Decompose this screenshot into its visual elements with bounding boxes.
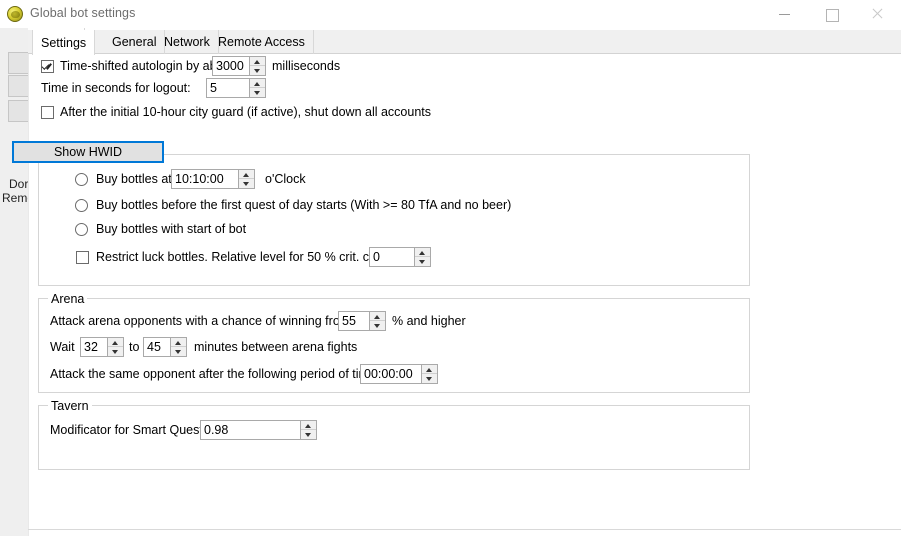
page-bottom-border [28, 529, 901, 530]
buy-bottles-oclock-label: o'Clock [265, 172, 306, 186]
chevron-down-icon[interactable] [250, 66, 265, 75]
restrict-luck-label: Restrict luck bottles. Relative level fo… [96, 250, 407, 264]
background-button-2 [8, 75, 30, 97]
radio-buy-bottles-before-quest[interactable] [75, 199, 88, 212]
close-icon [855, 0, 901, 28]
maximize-button[interactable] [809, 0, 855, 28]
restrict-luck-checkbox[interactable] [76, 251, 89, 264]
chevron-down-icon[interactable] [239, 179, 254, 188]
checkbox-glyph [76, 251, 89, 264]
radio-buy-bottles-start-of-bot[interactable] [75, 223, 88, 236]
radio-glyph [75, 223, 88, 236]
arena-wait-min-stepper[interactable]: 32 [80, 337, 124, 357]
minimize-icon [763, 0, 809, 28]
arena-same-opponent-stepper[interactable]: 00:00:00 [360, 364, 438, 384]
arena-group: Arena Attack arena opponents with a chan… [38, 292, 750, 393]
arena-group-title: Arena [48, 292, 88, 306]
page-left-border [28, 54, 29, 536]
arena-wait-min-value[interactable]: 32 [81, 338, 107, 356]
stepper-buttons[interactable] [249, 79, 265, 97]
logout-seconds-stepper[interactable]: 5 [206, 78, 266, 98]
arena-wait-suffix: minutes between arena fights [194, 340, 358, 354]
close-button[interactable] [855, 0, 901, 28]
logout-seconds-value[interactable]: 5 [207, 79, 249, 97]
tab-strip: Settings General Network Remote Access [28, 30, 901, 55]
chevron-down-icon[interactable] [415, 257, 430, 266]
checkbox-glyph [41, 106, 54, 119]
arena-wait-to-label: to [129, 340, 140, 354]
smart-quests-value[interactable]: 0.98 [201, 421, 300, 439]
arena-wait-max-value[interactable]: 45 [144, 338, 170, 356]
stepper-buttons[interactable] [238, 170, 254, 188]
restrict-luck-level-value[interactable]: 0 [370, 248, 414, 266]
stepper-buttons[interactable] [249, 57, 265, 75]
chevron-up-icon[interactable] [301, 421, 316, 430]
buy-bottles-at-label: Buy bottles at [96, 172, 172, 186]
checkbox-glyph-checked [41, 60, 54, 73]
stepper-buttons[interactable] [300, 421, 316, 439]
tavern-group: Tavern Modificator for Smart Quests: 0.9… [38, 399, 750, 470]
logout-label: Time in seconds for logout: [41, 81, 191, 95]
chevron-down-icon[interactable] [108, 347, 123, 356]
arena-same-opponent-value[interactable]: 00:00:00 [361, 365, 421, 383]
title-bar: Global bot settings [0, 0, 901, 28]
bottles-group: Buy bottles at 10:10:00 o'Clock Buy bott… [38, 154, 750, 286]
buy-bottles-before-quest-label: Buy bottles before the first quest of da… [96, 198, 512, 212]
chevron-up-icon[interactable] [422, 365, 437, 374]
arena-win-chance-stepper[interactable]: 55 [338, 311, 386, 331]
arena-win-chance-label: Attack arena opponents with a chance of … [50, 314, 351, 328]
stepper-buttons[interactable] [414, 248, 430, 266]
arena-wait-max-stepper[interactable]: 45 [143, 337, 187, 357]
chevron-down-icon[interactable] [301, 430, 316, 439]
stepper-buttons[interactable] [369, 312, 385, 330]
chevron-up-icon[interactable] [250, 57, 265, 66]
background-button-3 [8, 100, 30, 122]
chevron-up-icon[interactable] [370, 312, 385, 321]
tavern-group-title: Tavern [48, 399, 92, 413]
chevron-down-icon[interactable] [171, 347, 186, 356]
city-guard-label: After the initial 10-hour city guard (if… [60, 105, 432, 119]
arena-win-chance-suffix: % and higher [392, 314, 466, 328]
radio-buy-bottles-at[interactable] [75, 173, 88, 186]
autologin-ms-value[interactable]: 3000 [213, 57, 249, 75]
buy-bottles-time-value[interactable]: 10:10:00 [172, 170, 238, 188]
restrict-luck-level-stepper[interactable]: 0 [369, 247, 431, 267]
buy-bottles-time-stepper[interactable]: 10:10:00 [171, 169, 255, 189]
city-guard-checkbox[interactable] [41, 106, 54, 119]
background-label-dor: Dor [9, 177, 29, 191]
arena-same-opponent-label: Attack the same opponent after the follo… [50, 367, 380, 381]
radio-glyph [75, 199, 88, 212]
tab-settings[interactable]: Settings [32, 30, 96, 55]
stepper-buttons[interactable] [170, 338, 186, 356]
chevron-up-icon[interactable] [415, 248, 430, 257]
window-title: Global bot settings [30, 6, 136, 20]
smart-quests-label: Modificator for Smart Quests: [50, 423, 213, 437]
bot-gold-icon [7, 6, 23, 22]
chevron-up-icon[interactable] [239, 170, 254, 179]
radio-glyph [75, 173, 88, 186]
chevron-down-icon[interactable] [422, 374, 437, 383]
stepper-buttons[interactable] [421, 365, 437, 383]
chevron-up-icon[interactable] [108, 338, 123, 347]
buy-bottles-start-of-bot-label: Buy bottles with start of bot [96, 222, 247, 236]
maximize-icon [809, 0, 855, 28]
tab-remote-access[interactable]: Remote Access [210, 30, 314, 54]
background-button-1 [8, 52, 30, 74]
chevron-up-icon[interactable] [250, 79, 265, 88]
settings-page: Time-shifted autologin by about 3000 mil… [28, 54, 901, 536]
arena-wait-label: Wait [50, 340, 75, 354]
show-hwid-button[interactable]: Show HWID [12, 141, 164, 163]
chevron-down-icon[interactable] [370, 321, 385, 330]
autologin-label: Time-shifted autologin by about [60, 59, 234, 73]
arena-win-chance-value[interactable]: 55 [339, 312, 369, 330]
autologin-checkbox[interactable] [41, 60, 54, 73]
smart-quests-stepper[interactable]: 0.98 [200, 420, 317, 440]
chevron-down-icon[interactable] [250, 88, 265, 97]
autologin-unit-label: milliseconds [272, 59, 341, 73]
autologin-ms-stepper[interactable]: 3000 [212, 56, 266, 76]
chevron-up-icon[interactable] [171, 338, 186, 347]
minimize-button[interactable] [763, 0, 809, 28]
stepper-buttons[interactable] [107, 338, 123, 356]
